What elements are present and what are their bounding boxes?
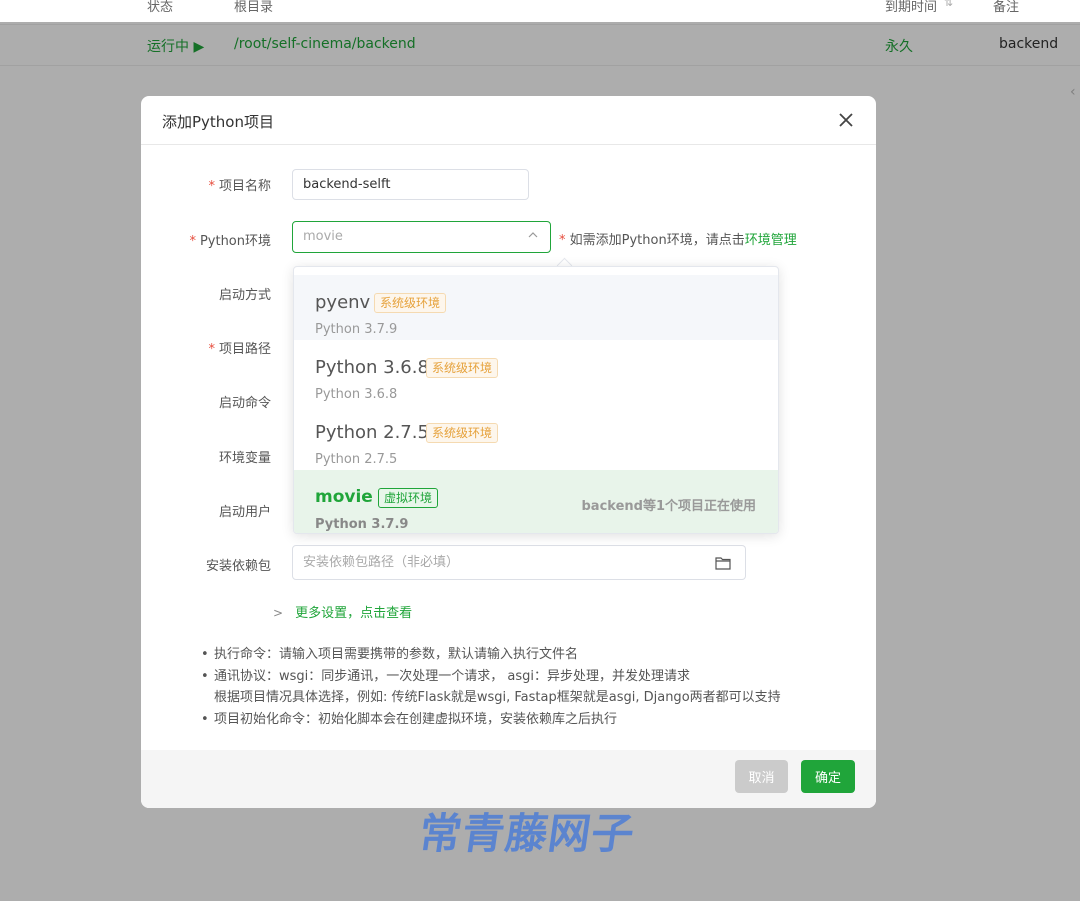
python-env-select[interactable]: movie (292, 221, 551, 253)
note-item: 通讯协议：wsgi：同步通讯，一次处理一个请求， asgi：异步处理，并发处理请… (201, 666, 781, 688)
install-deps-label: 安装依赖包 (205, 559, 271, 574)
confirm-button[interactable]: 确定 (801, 760, 855, 793)
env-option-pyenv[interactable]: pyenv 系统级环境 Python 3.7.9 (294, 275, 778, 340)
dialog-title: 添加Python项目 (162, 113, 274, 131)
env-option-python-3-6-8[interactable]: Python 3.6.8 系统级环境 Python 3.6.8 (294, 340, 778, 405)
python-env-dropdown: pyenv 系统级环境 Python 3.7.9 Python 3.6.8 系统… (293, 266, 779, 534)
header-remark: 备注 (993, 0, 1020, 15)
start-mode-label: 启动方式 (218, 288, 271, 303)
env-option-python-2-7-5[interactable]: Python 2.7.5 系统级环境 Python 2.7.5 (294, 405, 778, 470)
start-command-label: 启动命令 (218, 396, 271, 411)
header-root-dir: 根目录 (234, 0, 274, 15)
env-usage: backend等1个项目正在使用 (581, 499, 756, 514)
env-tag: 系统级环境 (426, 358, 499, 378)
install-deps-input[interactable]: 安装依赖包路径（非必填） (292, 545, 702, 580)
note-item: 项目初始化命令：初始化脚本会在创建虚拟环境，安装依赖库之后执行 (201, 709, 781, 731)
header-expire[interactable]: 到期时间 (885, 0, 937, 15)
chevron-right-icon: > (273, 606, 284, 620)
table-header: 状态 根目录 到期时间 ⇅ 备注 (0, 0, 1080, 22)
header-status: 状态 (147, 0, 174, 15)
project-name-label: * 项目名称 (208, 179, 271, 194)
env-tag: 系统级环境 (374, 293, 447, 313)
env-tag: 系统级环境 (426, 423, 499, 443)
dialog-header: 添加Python项目 (141, 96, 876, 145)
project-name-input[interactable]: backend-selft (292, 169, 529, 200)
note-item: 执行命令：请输入项目需要携带的参数，默认请输入执行文件名 (201, 644, 781, 666)
sort-icon[interactable]: ⇅ (944, 0, 953, 9)
note-item: 根据项目情况具体选择，例如: 传统Flask就是wsgi, Fastap框架就是… (214, 690, 781, 705)
env-tag: 虚拟环境 (378, 488, 439, 508)
help-notes: 执行命令：请输入项目需要携带的参数，默认请输入执行文件名 通讯协议：wsgi：同… (201, 644, 781, 730)
start-user-label: 启动用户 (218, 505, 271, 520)
cancel-button[interactable]: 取消 (735, 760, 788, 793)
project-path-label: * 项目路径 (208, 342, 271, 357)
add-python-project-dialog: 添加Python项目 * 项目名称 * Python环境 启动方式 * 项目路径 启动… (141, 96, 876, 808)
watermark: 常青藤网子 (416, 809, 639, 858)
env-hint: * 如需添加Python环境，请点击环境管理 (559, 233, 797, 248)
env-vars-label: 环境变量 (218, 451, 271, 466)
folder-picker-button[interactable] (701, 545, 746, 580)
env-option-movie[interactable]: movie 虚拟环境 Python 3.7.9 backend等1个项目正在使用 (294, 470, 778, 533)
chevron-up-icon (528, 232, 538, 238)
folder-icon (715, 557, 731, 570)
close-icon[interactable] (834, 108, 858, 132)
python-env-label: * Python环境 (189, 234, 271, 249)
env-management-link[interactable]: 环境管理 (745, 233, 797, 248)
more-settings-toggle[interactable]: > 更多设置，点击查看 (273, 602, 412, 621)
